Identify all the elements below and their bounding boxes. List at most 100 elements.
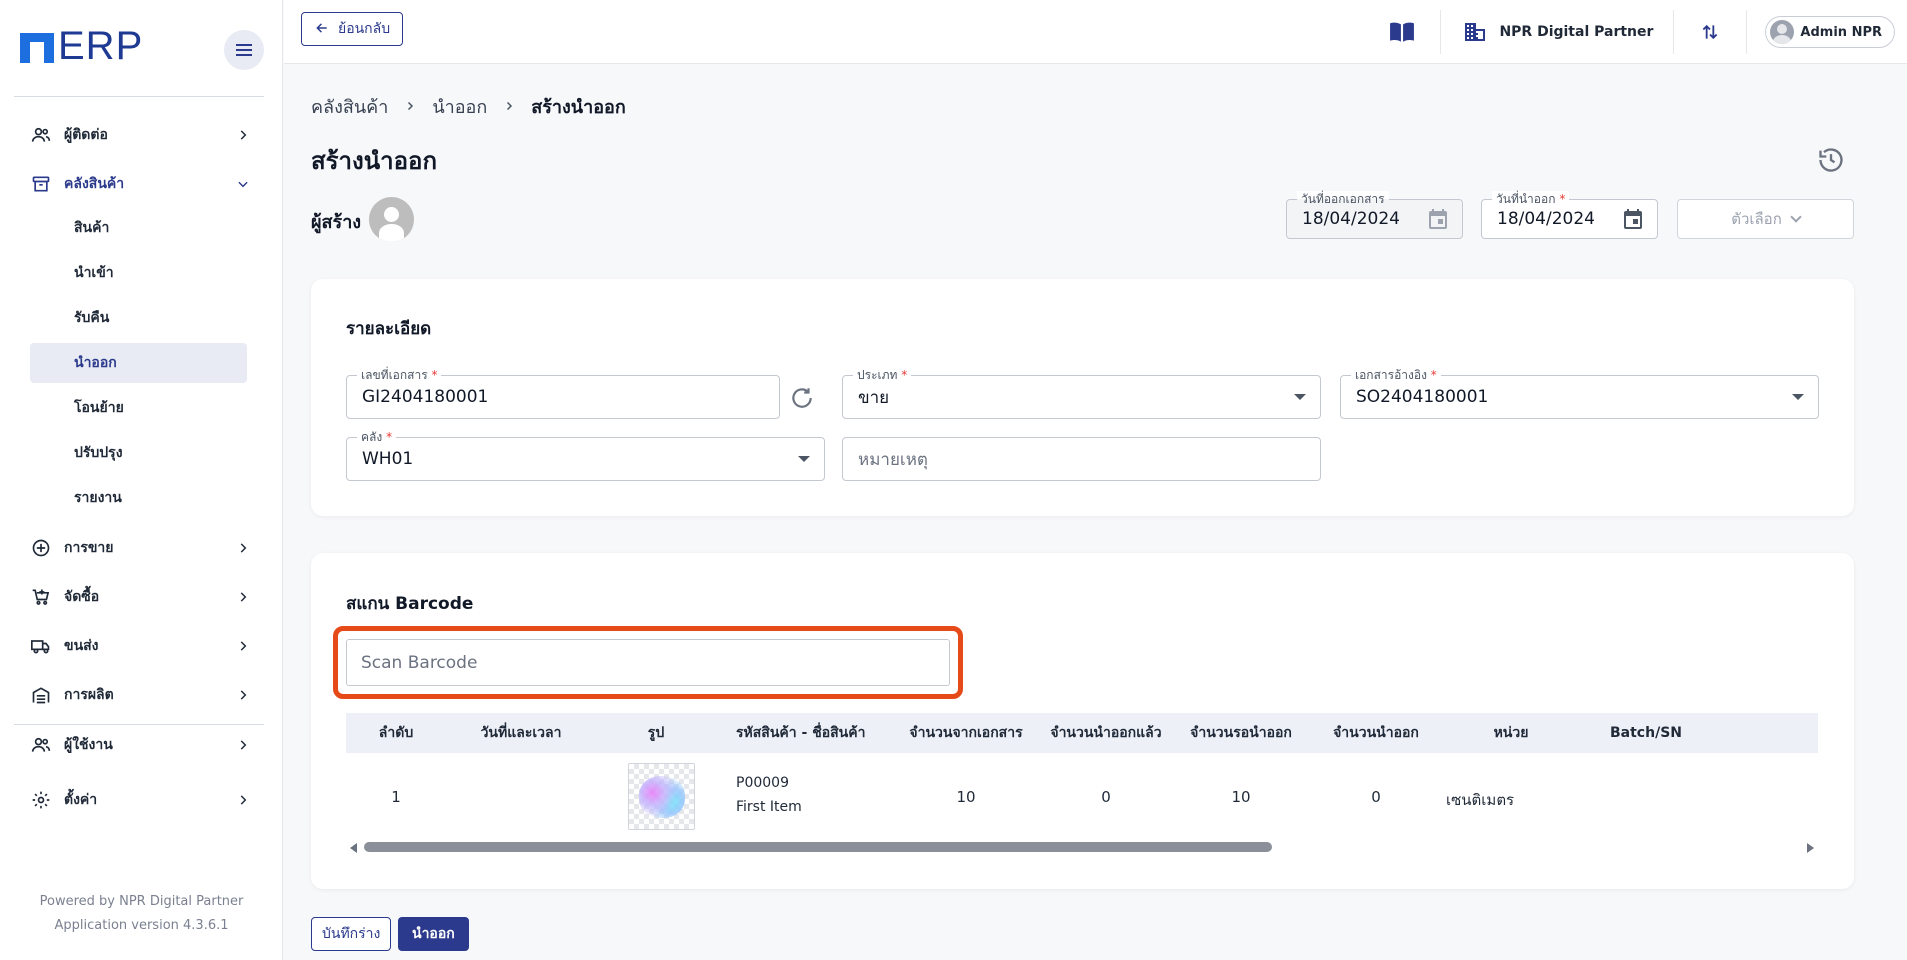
sidebar-item-purchase[interactable]: จัดซื้อ	[30, 580, 260, 614]
topbar: ย้อนกลับ NPR Digital Partner Admin NPR	[284, 0, 1907, 64]
reference-document-value: SO2404180001	[1356, 387, 1489, 407]
sidebar-item-label: ขนส่ง	[64, 638, 99, 654]
factory-icon	[30, 684, 52, 706]
scan-barcode-title: สแกน Barcode	[346, 594, 474, 614]
issue-date-field[interactable]: วันที่นำออก * 18/04/2024	[1481, 191, 1658, 239]
scan-barcode-input[interactable]: Scan Barcode	[346, 639, 950, 686]
document-date-field[interactable]: วันที่ออกเอกสาร 18/04/2024	[1286, 191, 1463, 239]
sidebar-subitem-import[interactable]: นำเข้า	[30, 253, 247, 293]
reference-document-select[interactable]: เอกสารอ้างอิง * SO2404180001	[1340, 367, 1819, 419]
powered-by-text: Powered by NPR Digital Partner	[39, 894, 244, 909]
row-issue-qty[interactable]: 0	[1306, 788, 1446, 806]
dropdown-caret-icon	[1294, 394, 1306, 400]
contacts-icon	[30, 124, 52, 146]
back-button[interactable]: ย้อนกลับ	[301, 12, 404, 46]
sidebar-divider	[14, 96, 264, 97]
sidebar-subitem-adjustment[interactable]: ปรับปรุง	[30, 433, 247, 473]
row-product-name: First Item	[736, 799, 802, 815]
scrollbar-thumb[interactable]	[364, 842, 1272, 852]
calendar-icon[interactable]	[1426, 207, 1450, 231]
chevron-right-icon	[234, 126, 252, 144]
column-header-unit: หน่วย	[1493, 725, 1529, 741]
scroll-left-icon[interactable]	[350, 843, 357, 853]
app-version-text: Application version 4.3.6.1	[54, 918, 229, 933]
breadcrumb: คลังสินค้า นำออก สร้างนำออก	[311, 92, 626, 121]
chevron-right-icon	[404, 97, 416, 116]
breadcrumb-current: สร้างนำออก	[531, 97, 626, 118]
chevron-down-icon	[234, 175, 252, 193]
user-name: Admin NPR	[1800, 24, 1882, 40]
column-header-image: รูป	[647, 725, 665, 741]
page-title: สร้างนำออก	[311, 147, 437, 175]
chevron-right-icon	[234, 539, 252, 557]
sidebar-divider	[14, 724, 264, 725]
product-image	[628, 763, 695, 830]
breadcrumb-goods-issue[interactable]: นำออก	[432, 92, 487, 121]
chevron-right-icon	[503, 97, 515, 116]
manual-book-icon[interactable]	[1388, 18, 1416, 46]
options-dropdown-button[interactable]: ตัวเลือก	[1677, 199, 1854, 239]
sidebar-subitem-goods-issue[interactable]: นำออก	[30, 343, 247, 383]
sidebar-item-label: การผลิต	[64, 687, 114, 703]
warehouse-icon	[30, 173, 52, 195]
sidebar-subitem-report[interactable]: รายงาน	[30, 478, 247, 518]
table-header: ลำดับ วันที่และเวลา รูป รหัสสินค้า - ชื่…	[346, 713, 1818, 753]
sidebar-item-label: คลังสินค้า	[64, 176, 125, 192]
user-menu-chip[interactable]: Admin NPR	[1765, 16, 1895, 48]
users-icon	[30, 734, 52, 756]
company-selector[interactable]: NPR Digital Partner	[1461, 18, 1653, 46]
sidebar-subitem-products[interactable]: สินค้า	[30, 208, 247, 248]
sidebar-item-warehouse[interactable]: คลังสินค้า	[30, 167, 260, 201]
scan-barcode-placeholder: Scan Barcode	[361, 652, 478, 673]
document-number-field[interactable]: เลขที่เอกสาร * GI2404180001	[346, 367, 780, 419]
issue-button[interactable]: นำออก	[398, 917, 469, 951]
topbar-divider	[1746, 10, 1748, 54]
chevron-right-icon	[234, 791, 252, 809]
sidebar-item-label: จัดซื้อ	[64, 589, 100, 605]
warehouse-select[interactable]: คลัง * WH01	[346, 429, 825, 481]
breadcrumb-warehouse[interactable]: คลังสินค้า	[311, 92, 388, 121]
topbar-divider	[1440, 10, 1442, 54]
chevron-right-icon	[234, 637, 252, 655]
app-logo[interactable]: ERP	[20, 26, 143, 66]
chevron-right-icon	[234, 686, 252, 704]
refresh-icon[interactable]	[789, 385, 815, 411]
column-header-pending-qty: จำนวนรอนำออก	[1190, 725, 1292, 741]
sidebar-subitem-transfer[interactable]: โอนย้าย	[30, 388, 247, 428]
scan-barcode-highlight: Scan Barcode	[333, 626, 963, 699]
topbar-actions: NPR Digital Partner Admin NPR	[1388, 0, 1907, 64]
sidebar-item-users[interactable]: ผู้ใช้งาน	[30, 728, 260, 762]
sidebar-subitem-return[interactable]: รับคืน	[30, 298, 247, 338]
sidebar-item-manufacturing[interactable]: การผลิต	[30, 678, 260, 712]
sidebar-item-label: ผู้ใช้งาน	[64, 737, 113, 753]
user-avatar-icon	[1770, 20, 1795, 44]
options-label: ตัวเลือก	[1731, 210, 1782, 228]
calendar-icon[interactable]	[1621, 207, 1645, 231]
table-horizontal-scrollbar[interactable]	[346, 838, 1818, 856]
sidebar-item-sales[interactable]: การขาย	[30, 531, 260, 565]
remark-placeholder: หมายเหตุ	[858, 449, 928, 470]
row-issued-qty: 0	[1101, 788, 1111, 806]
menu-toggle-button[interactable]	[224, 30, 264, 70]
sidebar-item-label: ผู้ติดต่อ	[64, 127, 108, 143]
row-no: 1	[391, 788, 401, 806]
scroll-right-icon[interactable]	[1807, 843, 1814, 853]
sidebar-item-label: ตั้งค่า	[64, 792, 98, 808]
chevron-right-icon	[234, 736, 252, 754]
sidebar-item-label: การขาย	[64, 540, 114, 556]
sidebar-item-settings[interactable]: ตั้งค่า	[30, 783, 260, 817]
document-number-value: GI2404180001	[362, 387, 489, 407]
history-icon[interactable]	[1817, 146, 1845, 174]
remark-input[interactable]: หมายเหตุ	[842, 437, 1321, 481]
column-header-issued-qty: จำนวนนำออกแล้ว	[1050, 725, 1162, 741]
sidebar-item-contacts[interactable]: ผู้ติดต่อ	[30, 118, 260, 152]
sidebar-item-logistics[interactable]: ขนส่ง	[30, 629, 260, 663]
column-header-datetime: วันที่และเวลา	[480, 725, 562, 741]
save-draft-button[interactable]: บันทึกร่าง	[311, 917, 392, 951]
truck-icon	[30, 635, 52, 657]
swap-vertical-icon[interactable]	[1696, 18, 1724, 46]
sidebar: ERP ผู้ติดต่อ คลังสินค้า สินค้า นำเข้า ร…	[0, 0, 283, 960]
type-value: ขาย	[858, 387, 890, 408]
creator-label: ผู้สร้าง	[311, 212, 362, 233]
type-select[interactable]: ประเภท * ขาย	[842, 367, 1321, 419]
